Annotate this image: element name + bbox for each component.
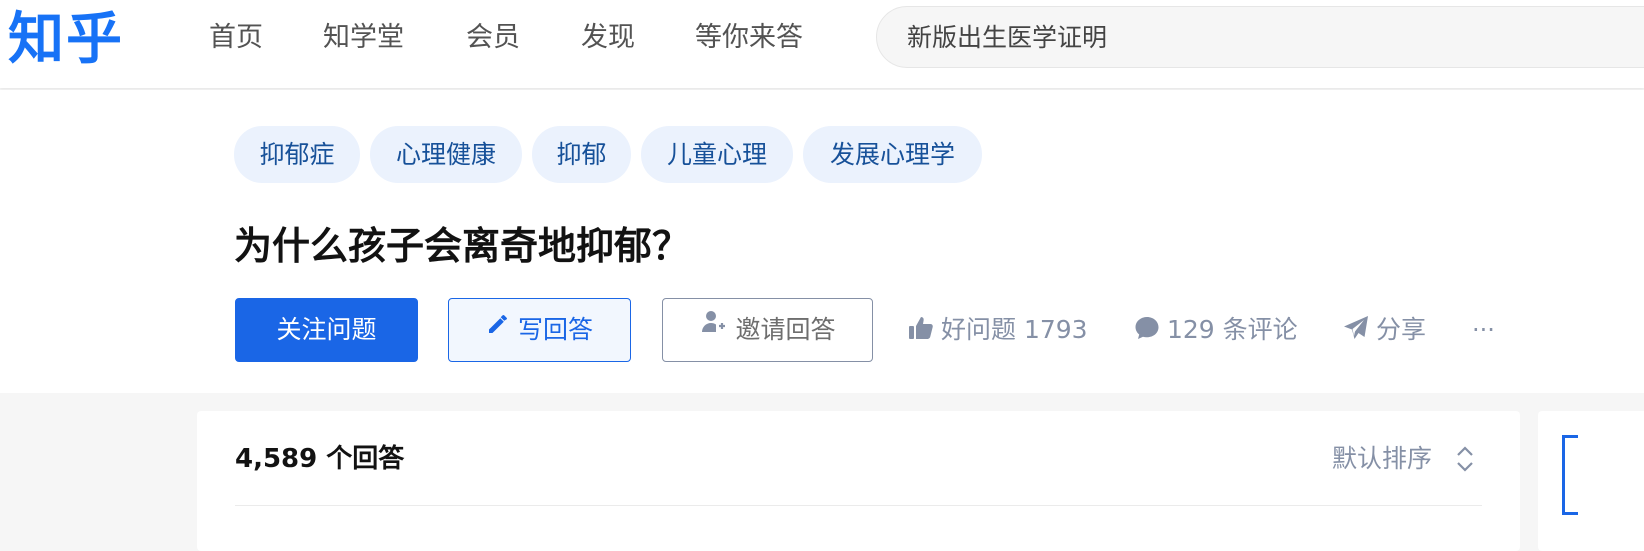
sort-selector[interactable]: 默认排序: [1332, 441, 1432, 477]
topic-tag[interactable]: 抑郁: [532, 126, 631, 183]
sort-chevron-icon[interactable]: [1454, 444, 1476, 478]
write-answer-label: 写回答: [517, 315, 593, 344]
nav-item-discover[interactable]: 发现: [581, 20, 635, 56]
good-question-label: 好问题 1793: [941, 315, 1088, 344]
nav-item-membership[interactable]: 会员: [466, 20, 520, 56]
comment-bubble-icon: [1135, 317, 1159, 339]
share-label: 分享: [1376, 315, 1427, 344]
nav-item-waiting-answers[interactable]: 等你来答: [695, 20, 803, 56]
question-header: 抑郁症 心理健康 抑郁 儿童心理 发展心理学 为什么孩子会离奇地抑郁？ 关注问题…: [0, 90, 1644, 393]
divider: [235, 505, 1482, 506]
nav-item-zhixuetang[interactable]: 知学堂: [323, 20, 404, 56]
top-navigation-bar: 知乎 首页 知学堂 会员 发现 等你来答 新版出生医学证明: [0, 0, 1644, 88]
share-button[interactable]: 分享: [1342, 312, 1426, 348]
invite-answer-button[interactable]: 邀请回答: [662, 298, 873, 362]
invite-answer-label: 邀请回答: [735, 315, 836, 344]
question-title: 为什么孩子会离奇地抑郁？: [234, 224, 691, 268]
topic-tag[interactable]: 儿童心理: [641, 126, 793, 183]
follow-question-button[interactable]: 关注问题: [235, 298, 418, 362]
topic-tag[interactable]: 抑郁症: [234, 126, 360, 183]
write-answer-button[interactable]: 写回答: [448, 298, 631, 362]
topic-tag[interactable]: 心理健康: [370, 126, 522, 183]
more-options-button[interactable]: ···: [1472, 312, 1495, 348]
answers-card: 4,589 个回答 默认排序: [197, 411, 1520, 551]
pencil-icon: [486, 297, 510, 359]
comments-button[interactable]: 129 条评论: [1133, 312, 1298, 348]
comments-label: 129 条评论: [1167, 315, 1298, 344]
sidebar-card: [1538, 411, 1644, 551]
follow-question-label: 关注问题: [276, 315, 377, 344]
paper-plane-icon: [1344, 316, 1368, 339]
thumbs-up-icon: [909, 317, 933, 339]
sidebar-card-icon: [1562, 435, 1578, 515]
topic-tag[interactable]: 发展心理学: [803, 126, 982, 183]
search-input[interactable]: 新版出生医学证明: [907, 21, 1107, 55]
invite-user-icon: [699, 297, 727, 359]
answer-count: 4,589 个回答: [235, 444, 405, 474]
search-box[interactable]: 新版出生医学证明: [876, 6, 1644, 68]
zhihu-logo[interactable]: 知乎: [8, 4, 124, 74]
nav-item-home[interactable]: 首页: [209, 20, 263, 56]
good-question-button[interactable]: 好问题 1793: [907, 312, 1088, 348]
